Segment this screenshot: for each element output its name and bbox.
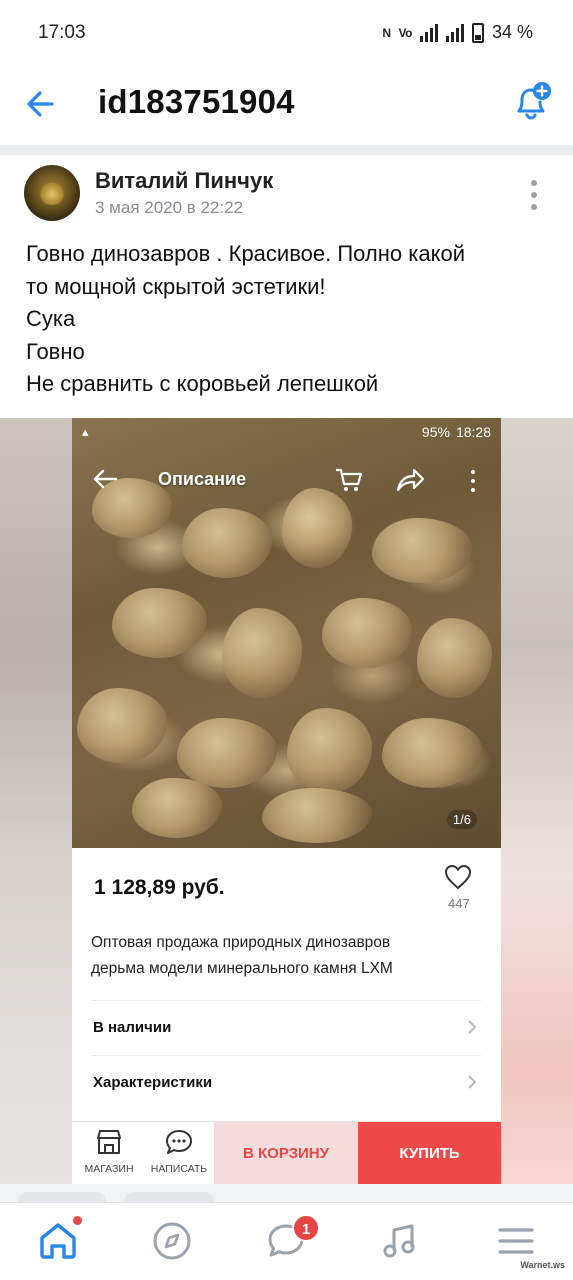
write-button: НАПИСАТЬ — [144, 1122, 214, 1184]
watermark: Warnet.ws — [520, 1260, 565, 1270]
status-bar: 17:03 N Vo 34 % — [0, 0, 573, 70]
embedded-nav-bar: Описание — [72, 458, 501, 502]
status-indicators: N Vo 34 % — [382, 22, 533, 43]
rock-shape — [417, 618, 492, 698]
more-vertical-icon[interactable] — [531, 180, 539, 210]
battery-icon — [471, 22, 484, 43]
feed-bottom-strip — [0, 1184, 573, 1212]
post-date[interactable]: 3 мая 2020 в 22:22 — [95, 198, 243, 218]
post-text: Говно динозавров . Красивое. Полно какой… — [26, 238, 556, 401]
chevron-right-icon — [468, 1075, 477, 1089]
post-text-line: Не сравнить с коровьей лепешкой — [26, 371, 379, 396]
embedded-time: 18:28 — [455, 424, 491, 440]
rock-shape — [382, 718, 482, 788]
shop-icon — [97, 1130, 121, 1154]
image-pager: 1/6 — [446, 810, 477, 829]
product-description: Оптовая продажа природных динозавров дер… — [91, 930, 491, 982]
rock-shape — [182, 508, 272, 578]
arrow-left-icon — [93, 469, 118, 489]
post-image[interactable]: ▴ 95% 18:28 Описание 1/6 1 128,89 руб. 4 — [72, 418, 501, 1184]
volte-icon: Vo — [398, 25, 413, 40]
rock-shape — [112, 588, 207, 658]
page-title: id183751904 — [98, 83, 295, 120]
more-vertical-icon — [471, 470, 477, 492]
description-line: дерьма модели минерального камня LXM — [91, 960, 393, 977]
rock-shape — [222, 608, 302, 698]
shop-label: МАГАЗИН — [84, 1163, 134, 1175]
rock-shape — [262, 788, 372, 843]
chevron-right-icon — [468, 1020, 477, 1034]
rock-shape — [322, 598, 412, 668]
add-to-cart-button: В КОРЗИНУ — [214, 1122, 358, 1184]
post-author[interactable]: Виталий Пинчук — [95, 168, 273, 194]
embedded-bottom-bar: МАГАЗИН НАПИСАТЬ В КОРЗИНУ КУПИТЬ — [72, 1121, 501, 1184]
row-characteristics: Характеристики — [91, 1055, 481, 1111]
bell-plus-icon[interactable] — [509, 80, 553, 124]
post-text-line: то мощной скрытой эстетики! — [26, 273, 326, 299]
rock-shape — [287, 708, 372, 793]
embedded-nav-title: Описание — [158, 469, 247, 489]
write-label: НАПИСАТЬ — [150, 1163, 208, 1175]
post-text-line: Говно — [26, 338, 85, 364]
row-label: В наличии — [93, 1019, 172, 1036]
rock-shape — [77, 688, 167, 763]
music-icon[interactable] — [376, 1217, 424, 1265]
signal-icon — [445, 23, 464, 42]
battery-level: 34 % — [491, 22, 533, 42]
embedded-status-bar: ▴ 95% 18:28 — [72, 418, 501, 446]
post-text-line: Сука — [26, 306, 76, 331]
share-icon — [396, 468, 425, 492]
bottom-navigation — [0, 1202, 573, 1280]
rock-shape — [372, 518, 472, 583]
description-line: Оптовая продажа природных динозавров — [91, 934, 391, 951]
shop-button: МАГАЗИН — [74, 1122, 144, 1184]
rock-shape — [132, 778, 222, 838]
chat-icon — [166, 1130, 192, 1154]
app-header: id183751904 — [0, 70, 573, 145]
post-text-line: Говно динозавров . Красивое. Полно какой — [26, 241, 465, 266]
row-availability: В наличии — [91, 1000, 481, 1056]
status-time: 17:03 — [38, 22, 86, 43]
avatar[interactable] — [24, 165, 80, 221]
4g-signal-icon — [419, 23, 438, 42]
arrow-left-icon[interactable] — [22, 84, 62, 124]
nfc-icon: N — [382, 25, 391, 40]
likes-count: 447 — [448, 896, 470, 911]
android-icon: ▴ — [82, 424, 89, 439]
menu-icon[interactable] — [492, 1217, 540, 1265]
cart-icon — [336, 468, 363, 491]
notification-dot — [73, 1216, 82, 1225]
heart-icon — [444, 864, 472, 890]
compass-icon[interactable] — [148, 1217, 196, 1265]
product-price: 1 128,89 руб. — [94, 876, 225, 899]
messages-badge: 1 — [292, 1214, 320, 1242]
row-label: Характеристики — [93, 1074, 213, 1091]
feed-divider — [0, 145, 573, 155]
rock-shape — [177, 718, 277, 788]
product-photo: ▴ 95% 18:28 Описание 1/6 — [72, 418, 501, 848]
buy-button: КУПИТЬ — [358, 1122, 501, 1184]
embedded-battery: 95% — [421, 424, 450, 440]
